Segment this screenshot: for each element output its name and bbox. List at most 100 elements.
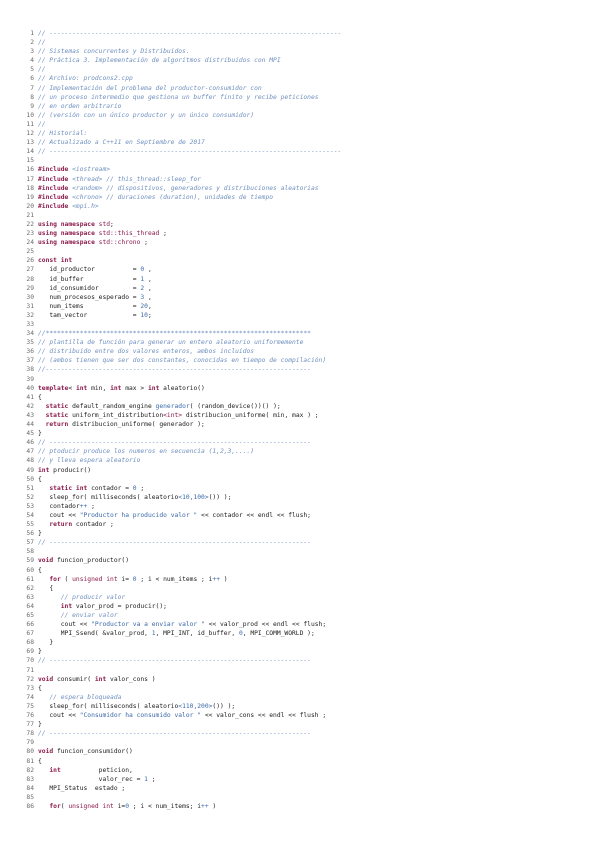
line-number: 5	[30, 66, 34, 74]
line-text	[34, 793, 38, 802]
line-number: 15	[26, 157, 34, 165]
line-text: sleep_for( milliseconds( aleatorio<10,10…	[34, 493, 231, 502]
code-line: 45}	[20, 429, 590, 438]
code-line: 46 // -----------------------------------…	[20, 438, 590, 447]
line-number: 69	[26, 648, 34, 656]
code-token: cout <<	[38, 511, 80, 519]
code-token: ;	[110, 220, 114, 228]
code-token: ;	[87, 502, 95, 510]
code-token: }	[38, 430, 42, 438]
line-number: 56	[26, 530, 34, 538]
code-token: // Archivo: prodcons2.cpp	[38, 75, 133, 83]
code-token: ;	[140, 239, 148, 247]
line-number: 23	[26, 230, 34, 238]
code-token: <random> // dispositivos, generadores y …	[72, 184, 319, 192]
code-token: // -------------------------------------…	[38, 30, 342, 37]
code-line: 60 {	[20, 566, 590, 575]
code-line: 24 using namespace std::chrono ;	[20, 238, 590, 247]
code-token: << valor_prod << endl << flush;	[204, 621, 327, 629]
line-text	[34, 211, 38, 220]
code-token: static int	[49, 484, 88, 492]
line-text: using namespace std;	[34, 220, 114, 229]
code-token: aleatorio()	[159, 384, 205, 392]
code-token: // -------------------------------------…	[38, 657, 311, 665]
code-token: producir()	[49, 466, 92, 474]
code-token: ++	[201, 802, 209, 810]
code-token: using namespace	[38, 230, 99, 238]
code-token: // plantilla de función para generar un …	[38, 339, 304, 347]
code-token: }	[38, 721, 42, 729]
code-token: ; i < num_items; i	[129, 802, 202, 810]
code-token: }	[38, 639, 54, 647]
line-number: 37	[26, 357, 34, 365]
line-number: 85	[26, 793, 34, 801]
line-number: 62	[26, 584, 34, 592]
code-token: ()) );	[208, 493, 232, 501]
line-text: // ptoducir produce los numeros en secue…	[34, 447, 254, 456]
code-token: }	[38, 648, 42, 656]
code-token: // -------------------------------------…	[38, 439, 311, 447]
code-line: 7 // Implementación del problema del prod…	[20, 84, 590, 93]
line-number: 13	[26, 139, 34, 147]
code-token: // -------------------------------------…	[38, 148, 342, 156]
code-token: static	[45, 411, 69, 419]
line-text: // en orden arbitrario	[34, 102, 121, 111]
line-text: //**************************************…	[34, 329, 311, 338]
line-text: // enviar valor	[34, 611, 118, 620]
line-number: 61	[26, 575, 34, 583]
code-token: ()) );	[212, 702, 236, 710]
code-token: // en orden arbitrario	[38, 102, 122, 110]
code-token: cout <<	[38, 712, 80, 720]
code-line: 11 //	[20, 120, 590, 129]
line-number: 79	[26, 739, 34, 747]
line-number: 1	[30, 30, 34, 37]
code-token: << valor_cons << endl << flush ;	[201, 712, 327, 720]
code-line: 68 }	[20, 638, 590, 647]
code-token: // Historial:	[38, 130, 88, 138]
code-token: int	[38, 466, 50, 474]
code-token: ;	[136, 484, 145, 492]
code-token: #include	[38, 166, 73, 174]
code-token: {	[38, 475, 42, 483]
code-token: distribucion_uniforme( min, max ) ;	[182, 411, 319, 419]
code-token: std::chrono	[98, 239, 141, 247]
code-token: // distribuido entre dos valores enteros…	[38, 348, 255, 356]
code-line: 59 void funcion_productor()	[20, 556, 590, 565]
code-token: // Sistemas concurrentes y Distribuidos.	[38, 48, 190, 56]
code-token: // ptoducir produce los numeros en secue…	[38, 448, 255, 456]
code-token: , MPI_COMM_WORLD );	[242, 630, 315, 638]
code-token: int	[60, 602, 73, 610]
code-token: <110,200>	[178, 702, 213, 710]
code-token: // Implementación del problema del produ…	[38, 84, 262, 92]
line-number: 40	[26, 384, 34, 392]
line-text: //	[34, 65, 46, 74]
code-token: id_buffer =	[38, 275, 141, 283]
code-token: // producir valor	[60, 593, 126, 601]
line-text: }	[34, 429, 42, 438]
code-token: // -------------------------------------…	[38, 730, 311, 738]
code-line: 52 sleep_for( milliseconds( aleatorio<10…	[20, 493, 590, 502]
line-number: 11	[26, 120, 34, 128]
code-token: // (versión con un único productor y un …	[38, 111, 255, 119]
code-token: valor_cons )	[106, 675, 156, 683]
code-token: <chrono> // duraciones (duration), unida…	[72, 193, 274, 201]
code-token: int	[147, 384, 160, 392]
code-token: #include	[38, 175, 73, 183]
code-line: 26 const int	[20, 256, 590, 265]
code-line: 48 // y lleva espera aleatorio	[20, 456, 590, 465]
code-line: 85	[20, 793, 590, 802]
code-token: return	[49, 521, 73, 529]
code-line: 27 id_productor = 0 ,	[20, 265, 590, 274]
code-line: 1 // ------------------------------------…	[20, 29, 590, 38]
line-number: 42	[26, 402, 34, 410]
line-number: 77	[26, 721, 34, 729]
code-token: consumir(	[53, 675, 95, 683]
line-text: #include <mpi.h>	[34, 202, 99, 211]
line-number: 68	[26, 639, 34, 647]
code-token: <int>	[163, 411, 183, 419]
code-token: ( (random_device())() );	[189, 402, 281, 410]
code-token: // y lleva espera aleatorio	[38, 457, 141, 465]
